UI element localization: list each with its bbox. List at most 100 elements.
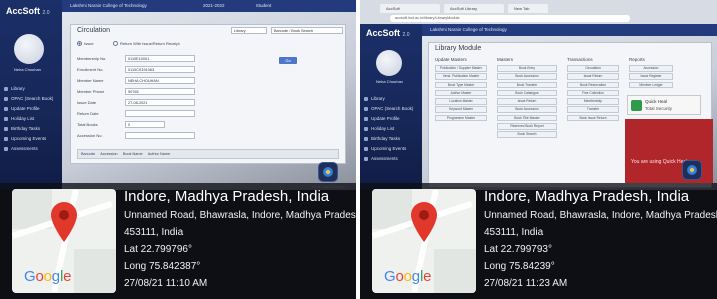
sidebar-item-update-profile[interactable]: Update Profile	[4, 104, 53, 114]
gps-map-camera-icon	[318, 162, 338, 182]
avatar	[376, 50, 402, 76]
column-header: Accession	[100, 152, 118, 156]
page-title: Library Module	[435, 45, 482, 52]
menu-item[interactable]: Programme Master	[435, 114, 487, 122]
sidebar-item-library[interactable]: Library	[364, 94, 413, 104]
longitude: Long 75.84239°	[484, 261, 555, 272]
sidebar-item-library[interactable]: Library	[4, 84, 53, 94]
menu-item[interactable]: Location Master	[435, 98, 487, 105]
column-header: Author Name	[147, 152, 171, 156]
menu-item[interactable]: Publication / Supplier Master	[435, 65, 487, 72]
menu-column-update-masters: Update Masters Publication / Supplier Ma…	[435, 57, 487, 123]
cake-icon	[364, 137, 368, 141]
session-label: 2021-2022	[202, 3, 225, 8]
cake-icon	[4, 127, 8, 131]
menu-item[interactable]: Accession	[629, 65, 673, 72]
calendar-icon	[4, 117, 8, 121]
menu-item[interactable]: Keyword Master	[435, 106, 487, 113]
menu-item[interactable]: Membership	[567, 98, 619, 105]
menu-item[interactable]: Book Entry	[497, 65, 557, 72]
user-name: Neha Chouhan	[376, 79, 403, 84]
menu-item[interactable]: Book Catalogue	[497, 89, 557, 97]
sidebar-item-holiday-list[interactable]: Holiday List	[4, 114, 53, 124]
menu-item[interactable]: Book Type Master	[435, 81, 487, 89]
membership-no-field[interactable]: 0110E10001	[125, 55, 195, 62]
browser-tab[interactable]: AccSoft	[380, 4, 440, 13]
book-search-field[interactable]: Barcode / Book Search	[271, 27, 343, 34]
menu-item[interactable]: Book Accession	[497, 106, 557, 113]
form-row: Issue Date 27-08-2021	[77, 99, 337, 107]
sidebar-item-birthday[interactable]: Birthday Tasks	[364, 134, 413, 144]
menu-item[interactable]: Book Reservation	[567, 81, 619, 89]
top-bar: Lakshmi Narain College of Technology 202…	[62, 0, 356, 12]
return-radio[interactable]: Return With Issue/Return Receipt	[113, 41, 180, 46]
field-label: Total Books	[77, 122, 98, 127]
menu-item[interactable]: Transfer	[567, 106, 619, 113]
location-title: Indore, Madhya Pradesh, India	[124, 188, 330, 205]
field-label: Member Name	[77, 78, 104, 83]
brand-logo: AccSoft 2.0	[6, 6, 50, 16]
library-module-screen: AccSoft AccSoft Library New Tab accsoft.…	[360, 0, 717, 190]
menu-item[interactable]: Member Ledger	[629, 81, 673, 89]
column-heading: Update Masters	[435, 57, 467, 62]
menu-item[interactable]: Issue Return	[567, 73, 619, 80]
menu-item[interactable]: Vend. Publication Master	[435, 73, 487, 80]
menu-item[interactable]: Book Title Master	[497, 114, 557, 122]
sidebar-item-opac[interactable]: OPAC (Search Book)	[364, 104, 413, 114]
go-button[interactable]: Go	[279, 57, 297, 64]
profile-icon	[4, 107, 8, 111]
browser-tab[interactable]: AccSoft Library	[444, 4, 504, 13]
sidebar-item-upcoming-events[interactable]: Upcoming Events	[4, 134, 53, 144]
library-module-panel: Library Module Update Masters Publicatio…	[428, 42, 713, 188]
form-row: Total Books 0	[77, 121, 337, 129]
sidebar-nav: Library OPAC (Search Book) Update Profil…	[4, 84, 53, 154]
menu-item[interactable]: Issue Return	[497, 98, 557, 105]
sidebar-item-opac[interactable]: OPAC (Search Book)	[4, 94, 53, 104]
sidebar-item-update-profile[interactable]: Update Profile	[364, 114, 413, 124]
issue-radio[interactable]: Issue	[77, 41, 94, 46]
quick-heal-notification[interactable]: Quick Heal Total Security	[627, 95, 701, 115]
form-row: Accession No.	[77, 132, 337, 140]
location-pin-icon	[51, 202, 77, 242]
menu-item[interactable]: Issue Register	[629, 73, 673, 80]
menu-item[interactable]: Book Search	[497, 131, 557, 138]
menu-item[interactable]: Author Master	[435, 89, 487, 97]
alert-text: You are using Quick Heal	[631, 159, 688, 165]
return-date-field[interactable]	[125, 110, 195, 117]
form-row: Member Phone 90765	[77, 88, 337, 96]
location-details: Indore, Madhya Pradesh, India Unnamed Ro…	[124, 187, 356, 292]
address-bar[interactable]: accsoft.lnct.ac.in/library/LibraryModule	[390, 15, 630, 22]
sidebar-nav: Library OPAC (Search Book) Update Profil…	[364, 94, 413, 164]
browser-tab[interactable]: New Tab	[508, 4, 548, 13]
member-phone-field[interactable]: 90765	[125, 88, 195, 95]
assessment-icon	[364, 157, 368, 161]
main-content: Circulation Library Barcode / Book Searc…	[62, 12, 356, 190]
location-overlay: Google Indore, Madhya Pradesh, India Unn…	[360, 183, 717, 299]
menu-item[interactable]: Circulation	[567, 65, 619, 72]
menu-item[interactable]: Reserved Book Report	[497, 123, 557, 130]
event-icon	[4, 137, 8, 141]
menu-item[interactable]: Book Accession	[497, 73, 557, 80]
issue-date-field[interactable]: 27-08-2021	[125, 99, 195, 106]
column-heading: Reports	[629, 57, 645, 62]
menu-item[interactable]: Book Transfer	[497, 81, 557, 89]
sidebar-item-holiday-list[interactable]: Holiday List	[364, 124, 413, 134]
institution-name: Lakshmi Narain College of Technology	[430, 27, 507, 32]
enrollment-no-field[interactable]: 0110CS191063	[125, 66, 195, 73]
member-name-field[interactable]: NEHA CHOUHAN	[125, 77, 195, 84]
sidebar-item-upcoming-events[interactable]: Upcoming Events	[364, 144, 413, 154]
total-books-field[interactable]: 0	[125, 121, 165, 128]
location-title: Indore, Madhya Pradesh, India	[484, 188, 690, 205]
field-label: Issue Date	[77, 100, 97, 105]
user-name: Neha Chouhan	[14, 67, 41, 72]
menu-item[interactable]: Fine Collection	[567, 89, 619, 97]
library-select[interactable]: Library	[231, 27, 267, 34]
accession-no-field[interactable]	[125, 132, 195, 139]
location-pin-icon	[411, 202, 437, 242]
sidebar-item-birthday[interactable]: Birthday Tasks	[4, 124, 53, 134]
sidebar-item-assessments[interactable]: Assessments	[4, 144, 53, 154]
sidebar-item-assessments[interactable]: Assessments	[364, 154, 413, 164]
book-table-header: Barcode Accession Book Name Author Name	[77, 149, 339, 159]
address-line: Unnamed Road, Bhawrasla, Indore, Madhya …	[124, 210, 356, 221]
menu-item[interactable]: Book Issue Return	[567, 114, 619, 122]
